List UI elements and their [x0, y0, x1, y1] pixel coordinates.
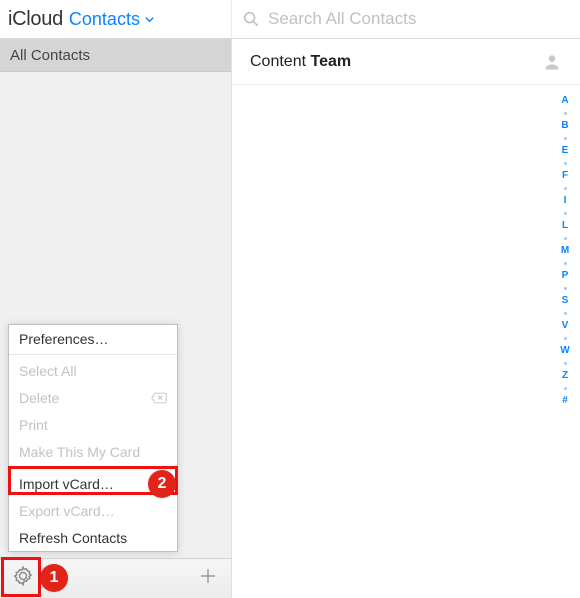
section-dropdown-label: Contacts: [69, 9, 140, 30]
alpha-index-item[interactable]: W: [558, 346, 572, 356]
settings-button[interactable]: [10, 566, 36, 592]
alpha-index-dot: [564, 337, 567, 340]
menu-make-my-card-label: Make This My Card: [19, 444, 140, 460]
alpha-index-dot: [564, 262, 567, 265]
menu-print[interactable]: Print: [9, 411, 177, 438]
contact-last-name: Team: [311, 53, 352, 70]
brand-label: iCloud: [8, 8, 63, 31]
alpha-index-dot: [564, 237, 567, 240]
alpha-index-item[interactable]: E: [558, 146, 572, 156]
menu-delete-label: Delete: [19, 390, 59, 406]
alpha-index-dot: [564, 137, 567, 140]
section-dropdown[interactable]: Contacts: [69, 9, 155, 30]
menu-print-label: Print: [19, 417, 48, 433]
header-bar: iCloud Contacts: [0, 0, 580, 39]
plus-icon: [198, 566, 218, 591]
menu-select-all-label: Select All: [19, 363, 77, 379]
chevron-down-icon: [144, 14, 155, 25]
alpha-index-dot: [564, 312, 567, 315]
person-icon: [542, 52, 562, 72]
alpha-index-dot: [564, 112, 567, 115]
alpha-index-item[interactable]: B: [558, 121, 572, 131]
menu-separator: [9, 354, 177, 355]
search-bar[interactable]: [232, 0, 580, 38]
contact-name: Content Team: [250, 53, 351, 71]
alpha-index-item[interactable]: L: [558, 221, 572, 231]
alpha-index-dot: [564, 387, 567, 390]
search-input[interactable]: [268, 9, 580, 29]
menu-separator: [9, 467, 177, 468]
alpha-index-dot: [564, 162, 567, 165]
alpha-index-dot: [564, 362, 567, 365]
menu-preferences-label: Preferences…: [19, 331, 108, 347]
alpha-index-item[interactable]: P: [558, 271, 572, 281]
gear-icon: [12, 565, 34, 592]
menu-select-all[interactable]: Select All: [9, 357, 177, 384]
alpha-index-item[interactable]: M: [558, 246, 572, 256]
contacts-list: Content Team: [232, 39, 580, 598]
alpha-index-item[interactable]: S: [558, 296, 572, 306]
menu-export-vcard-label: Export vCard…: [19, 503, 115, 519]
group-label: All Contacts: [10, 47, 90, 64]
search-icon: [242, 10, 260, 28]
alpha-index-dot: [564, 187, 567, 190]
alphabet-index[interactable]: A B E F I L M P S V W Z #: [558, 96, 572, 406]
alpha-index-item[interactable]: I: [558, 196, 572, 206]
contact-row[interactable]: Content Team: [232, 39, 580, 85]
sidebar-toolbar: [0, 558, 231, 598]
menu-refresh-label: Refresh Contacts: [19, 530, 127, 546]
alpha-index-item[interactable]: F: [558, 171, 572, 181]
menu-delete[interactable]: Delete: [9, 384, 177, 411]
menu-preferences[interactable]: Preferences…: [9, 325, 177, 352]
group-all-contacts[interactable]: All Contacts: [0, 39, 231, 72]
alpha-index-dot: [564, 212, 567, 215]
groups-sidebar: All Contacts Preferences… Select All Del…: [0, 39, 232, 598]
alpha-index-item[interactable]: A: [558, 96, 572, 106]
settings-menu: Preferences… Select All Delete Print Mak…: [8, 324, 178, 552]
menu-import-vcard[interactable]: Import vCard…: [9, 470, 177, 497]
menu-refresh-contacts[interactable]: Refresh Contacts: [9, 524, 177, 551]
header-left: iCloud Contacts: [0, 0, 232, 38]
contact-first-name: Content: [250, 53, 306, 70]
backspace-icon: [151, 392, 167, 404]
main-area: All Contacts Preferences… Select All Del…: [0, 39, 580, 598]
menu-make-my-card[interactable]: Make This My Card: [9, 438, 177, 465]
alpha-index-dot: [564, 287, 567, 290]
add-button[interactable]: [195, 566, 221, 592]
menu-export-vcard[interactable]: Export vCard…: [9, 497, 177, 524]
menu-import-vcard-label: Import vCard…: [19, 476, 114, 492]
alpha-index-item[interactable]: Z: [558, 371, 572, 381]
alpha-index-item[interactable]: #: [558, 396, 572, 406]
alpha-index-item[interactable]: V: [558, 321, 572, 331]
